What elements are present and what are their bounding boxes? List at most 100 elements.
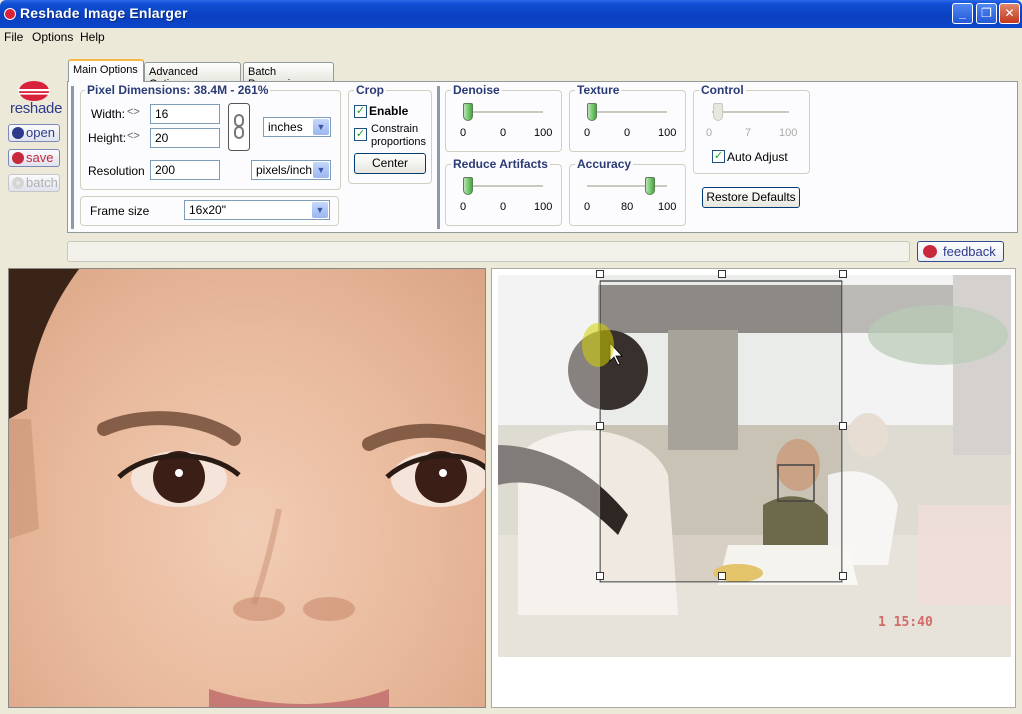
pixel-dimensions-title: Pixel Dimensions: [87, 83, 191, 97]
texture-group [569, 90, 686, 152]
constrain-label: Constrain [371, 123, 419, 135]
main-options-panel: Pixel Dimensions: 38.4M - 261% Width: <>… [67, 81, 1018, 233]
crop-handle-top[interactable] [718, 270, 726, 278]
reduce-artifacts-min: 0 [460, 201, 467, 213]
pixel-dimensions-summary: 38.4M - 261% [193, 83, 269, 97]
accuracy-group [569, 164, 686, 226]
menu-file[interactable]: File [4, 30, 23, 44]
control-max: 100 [779, 127, 798, 139]
texture-max: 100 [658, 127, 677, 139]
save-icon [12, 152, 24, 164]
restore-defaults-button[interactable]: Restore Defaults [702, 187, 800, 208]
control-slider-track[interactable] [712, 111, 789, 114]
chevron-down-icon: ▼ [312, 202, 328, 218]
accuracy-slider-thumb[interactable] [645, 177, 655, 195]
accuracy-slider-track[interactable] [587, 185, 667, 188]
width-input[interactable]: 16 [150, 104, 220, 124]
logo-text: reshade [10, 100, 63, 117]
resolution-input[interactable]: 200 [150, 160, 220, 180]
crop-handle-bottom[interactable] [718, 572, 726, 580]
accuracy-value: 80 [621, 201, 634, 213]
height-link-icon: <> [127, 130, 140, 142]
photo-timestamp: 1 15:40 [878, 615, 933, 630]
texture-slider-track[interactable] [587, 111, 667, 114]
texture-slider-thumb[interactable] [587, 103, 597, 121]
menu-help[interactable]: Help [80, 30, 105, 44]
progress-bar [67, 241, 910, 262]
denoise-group [445, 90, 562, 152]
feedback-button[interactable]: feedback [917, 241, 1004, 262]
crop-handle-bottom-right[interactable] [839, 572, 847, 580]
tab-batch-processing[interactable]: Batch Processing [243, 62, 334, 90]
denoise-title: Denoise [451, 83, 502, 97]
control-title: Control [699, 83, 746, 97]
crop-enable-label: Enable [369, 104, 409, 118]
crop-handle-left[interactable] [596, 422, 604, 430]
denoise-slider-track[interactable] [463, 111, 543, 114]
crop-handle-top-right[interactable] [839, 270, 847, 278]
face-closeup-image [9, 269, 485, 707]
chain-link-icon[interactable] [228, 103, 250, 151]
unit-select[interactable]: inches ▼ [263, 117, 331, 137]
resolution-unit-select[interactable]: pixels/inch ▼ [251, 160, 331, 180]
reduce-artifacts-title: Reduce Artifacts [451, 157, 550, 171]
source-photo: 1 15:40 [498, 275, 1011, 657]
batch-button[interactable]: » batch [8, 174, 60, 192]
close-button[interactable]: ✕ [999, 3, 1020, 24]
menu-options[interactable]: Options [32, 30, 73, 44]
app-icon [4, 8, 16, 20]
auto-adjust-checkbox[interactable]: ✓ [712, 150, 725, 163]
reduce-artifacts-value: 0 [500, 201, 507, 213]
panel-divider-left [71, 86, 74, 229]
crop-handle-right[interactable] [839, 422, 847, 430]
crop-handle-bottom-left[interactable] [596, 572, 604, 580]
accuracy-min: 0 [584, 201, 591, 213]
frame-size-label: Frame size [90, 204, 150, 218]
denoise-slider-thumb[interactable] [463, 103, 473, 121]
zoom-preview[interactable] [8, 268, 486, 708]
texture-min: 0 [584, 127, 591, 139]
reduce-artifacts-slider-track[interactable] [463, 185, 543, 188]
batch-icon: » [12, 177, 24, 189]
proportions-label: proportions [371, 136, 427, 148]
texture-title: Texture [575, 83, 622, 97]
height-input[interactable]: 20 [150, 128, 220, 148]
source-photo-image [498, 275, 1011, 657]
center-button[interactable]: Center [354, 153, 426, 174]
accuracy-title: Accuracy [575, 157, 634, 171]
height-label: Height: [88, 131, 127, 145]
control-min: 0 [706, 127, 713, 139]
maximize-button[interactable]: ❐ [976, 3, 997, 24]
reshade-logo-icon [18, 81, 50, 101]
reduce-artifacts-max: 100 [534, 201, 553, 213]
reduce-artifacts-slider-thumb[interactable] [463, 177, 473, 195]
title-bar: Reshade Image Enlarger _ ❐ ✕ [0, 0, 1022, 28]
save-button[interactable]: save [8, 149, 60, 167]
control-value: 7 [745, 127, 752, 139]
menu-bar: File Options Help [0, 28, 1022, 46]
panel-divider-right [437, 86, 440, 229]
chevron-down-icon: ▼ [313, 162, 329, 178]
minimize-button[interactable]: _ [952, 3, 973, 24]
tab-main-options[interactable]: Main Options [68, 59, 144, 82]
denoise-min: 0 [460, 127, 467, 139]
denoise-value: 0 [500, 127, 507, 139]
resolution-label: Resolution [88, 164, 145, 178]
width-link-icon: <> [127, 106, 140, 118]
open-icon [12, 127, 24, 139]
reduce-artifacts-group [445, 164, 562, 226]
denoise-max: 100 [534, 127, 553, 139]
window-title: Reshade Image Enlarger [20, 5, 188, 21]
crop-enable-checkbox[interactable]: ✓ [354, 105, 367, 118]
source-image-view[interactable]: 1 15:40 [491, 268, 1016, 708]
frame-size-select[interactable]: 16x20" ▼ [184, 200, 330, 220]
crop-handle-top-left[interactable] [596, 270, 604, 278]
tab-advanced-options[interactable]: Advanced Options [144, 62, 241, 90]
chevron-down-icon: ▼ [313, 119, 329, 135]
auto-adjust-label: Auto Adjust [727, 150, 788, 164]
open-button[interactable]: open [8, 124, 60, 142]
width-label: Width: [91, 107, 126, 121]
ladybug-icon [923, 245, 937, 258]
constrain-proportions-checkbox[interactable]: ✓ [354, 128, 367, 141]
control-slider-thumb[interactable] [713, 103, 723, 121]
